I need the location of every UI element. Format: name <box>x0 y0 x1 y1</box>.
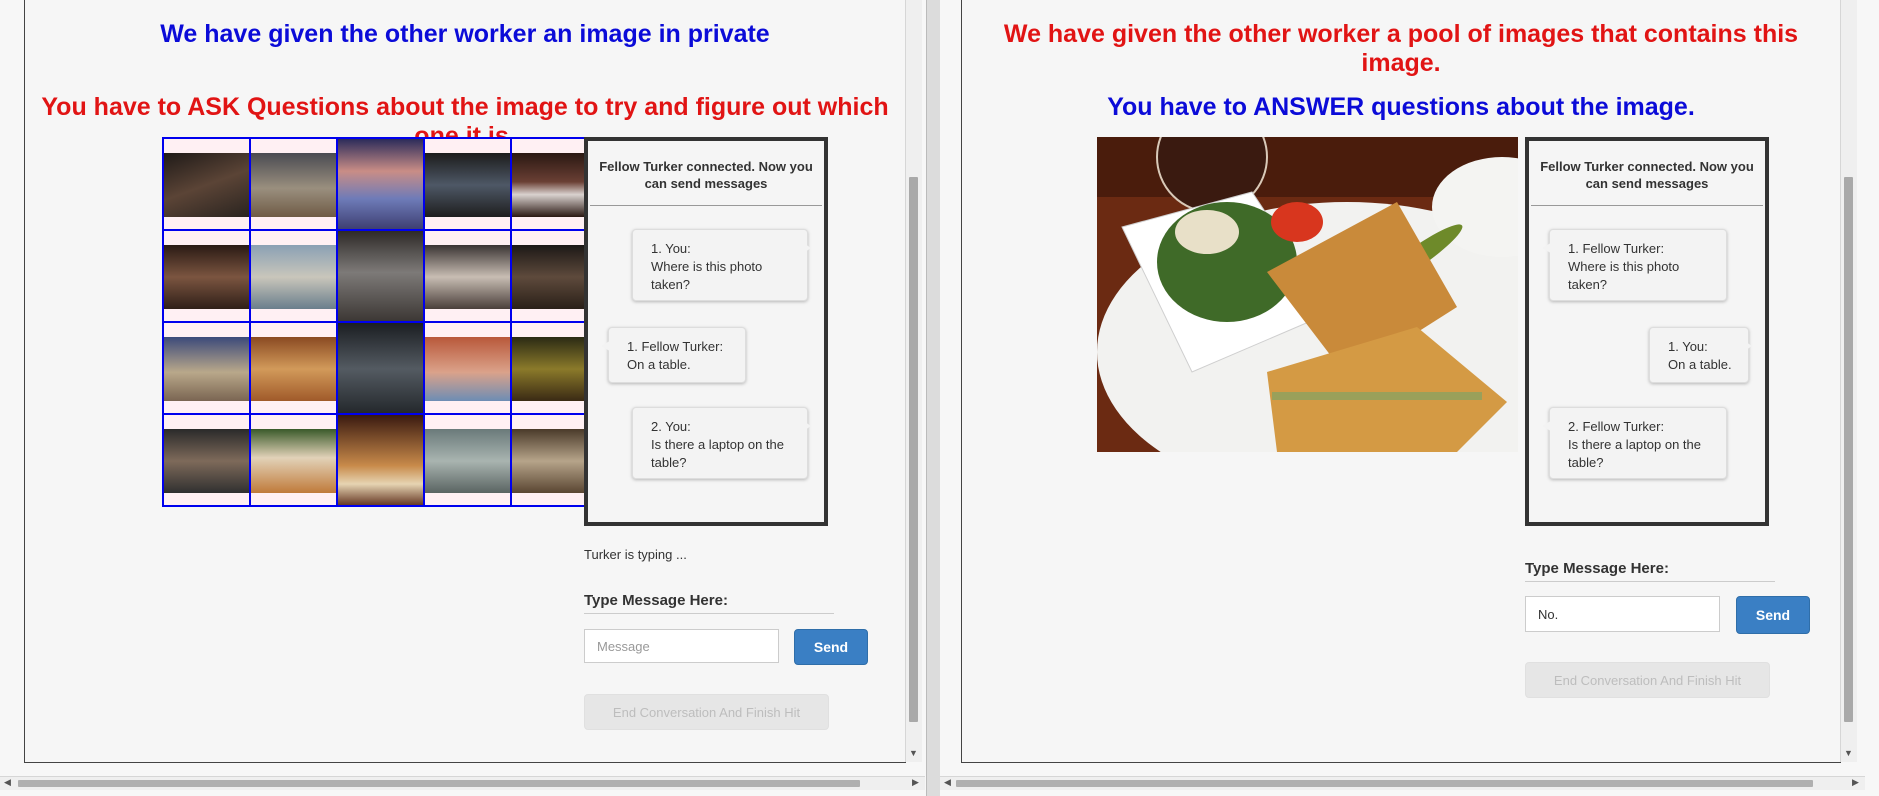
asker-horizontal-scrollbar[interactable]: ◀ ▶ <box>0 776 925 790</box>
secret-image <box>1097 137 1518 452</box>
scroll-left-icon[interactable]: ◀ <box>944 777 951 788</box>
send-button[interactable]: Send <box>794 629 868 665</box>
scroll-thumb[interactable] <box>18 780 860 787</box>
chat-text: Is there a laptop on the table? <box>1568 437 1701 470</box>
scroll-right-icon[interactable]: ▶ <box>1852 777 1859 788</box>
scroll-down-icon[interactable]: ▼ <box>909 748 918 758</box>
candidate-image[interactable] <box>163 230 250 322</box>
chat-speaker: 2. Fellow Turker: <box>1568 419 1665 434</box>
chat-speaker: 2. You: <box>651 419 691 434</box>
candidate-image[interactable] <box>250 230 337 322</box>
asker-frame: We have given the other worker an image … <box>24 0 906 763</box>
chat-message-you: 1. You: Where is this photo taken? <box>632 229 811 301</box>
scroll-right-icon[interactable]: ▶ <box>912 777 919 788</box>
answerer-chat-window: Fellow Turker connected. Now you can sen… <box>1525 137 1769 526</box>
answerer-horizontal-scrollbar[interactable]: ◀ ▶ <box>940 776 1865 790</box>
asker-pane: We have given the other worker an image … <box>0 0 940 796</box>
send-button[interactable]: Send <box>1736 596 1810 634</box>
candidate-image[interactable] <box>424 414 511 506</box>
asker-chat-window: Fellow Turker connected. Now you can sen… <box>584 137 828 526</box>
candidate-image[interactable] <box>337 322 424 414</box>
candidate-image[interactable] <box>337 230 424 322</box>
candidate-image[interactable] <box>163 138 250 230</box>
chat-text: Where is this photo taken? <box>1568 259 1680 292</box>
sandwich-plate-photo <box>1097 137 1518 452</box>
chat-header: Fellow Turker connected. Now you can sen… <box>1531 145 1763 206</box>
end-conversation-button[interactable]: End Conversation And Finish Hit <box>584 694 829 730</box>
candidate-image[interactable] <box>250 322 337 414</box>
candidate-image[interactable] <box>163 322 250 414</box>
answerer-heading-answer-questions: You have to ANSWER questions about the i… <box>1107 93 1695 121</box>
scroll-left-icon[interactable]: ◀ <box>4 777 11 788</box>
answerer-heading-image-pool: We have given the other worker a pool of… <box>1003 20 1799 77</box>
candidate-image-grid <box>162 137 599 507</box>
answerer-pane: We have given the other worker a pool of… <box>940 0 1879 796</box>
chat-message-fellow: 1. Fellow Turker: Where is this photo tak… <box>1542 229 1727 301</box>
chat-message-you: 1. You: On a table. <box>1649 327 1752 383</box>
scroll-down-icon[interactable]: ▼ <box>1844 748 1853 758</box>
candidate-image[interactable] <box>424 230 511 322</box>
scroll-thumb[interactable] <box>1844 177 1853 722</box>
answerer-frame: We have given the other worker a pool of… <box>961 0 1841 763</box>
typing-indicator: Turker is typing ... <box>584 547 687 562</box>
candidate-image[interactable] <box>250 138 337 230</box>
chat-speaker: 1. You: <box>1668 339 1708 354</box>
scroll-thumb[interactable] <box>956 780 1813 787</box>
candidate-image[interactable] <box>163 414 250 506</box>
chat-text: On a table. <box>627 357 691 372</box>
message-input[interactable] <box>1525 596 1720 632</box>
chat-speaker: 1. Fellow Turker: <box>627 339 724 354</box>
chat-text: On a table. <box>1668 357 1732 372</box>
chat-speaker: 1. Fellow Turker: <box>1568 241 1665 256</box>
candidate-image[interactable] <box>337 414 424 506</box>
asker-heading-private-image: We have given the other worker an image … <box>160 20 770 48</box>
chat-message-you: 2. You: Is there a laptop on the table? <box>632 407 811 479</box>
chat-text: Where is this photo taken? <box>651 259 763 292</box>
candidate-image[interactable] <box>424 322 511 414</box>
candidate-image[interactable] <box>337 138 424 230</box>
chat-speaker: 1. You: <box>651 241 691 256</box>
asker-vertical-scrollbar[interactable]: ▼ <box>905 0 922 762</box>
message-input[interactable] <box>584 629 779 663</box>
chat-text: Is there a laptop on the table? <box>651 437 784 470</box>
chat-message-fellow: 1. Fellow Turker: On a table. <box>601 327 746 383</box>
candidate-image[interactable] <box>424 138 511 230</box>
type-message-label: Type Message Here: <box>584 592 834 614</box>
end-conversation-button[interactable]: End Conversation And Finish Hit <box>1525 662 1770 698</box>
chat-header: Fellow Turker connected. Now you can sen… <box>590 145 822 206</box>
type-message-label: Type Message Here: <box>1525 560 1775 582</box>
answerer-vertical-scrollbar[interactable]: ▼ <box>1840 0 1857 762</box>
chat-message-fellow: 2. Fellow Turker: Is there a laptop on th… <box>1542 407 1727 479</box>
scroll-thumb[interactable] <box>909 177 918 722</box>
candidate-image[interactable] <box>250 414 337 506</box>
